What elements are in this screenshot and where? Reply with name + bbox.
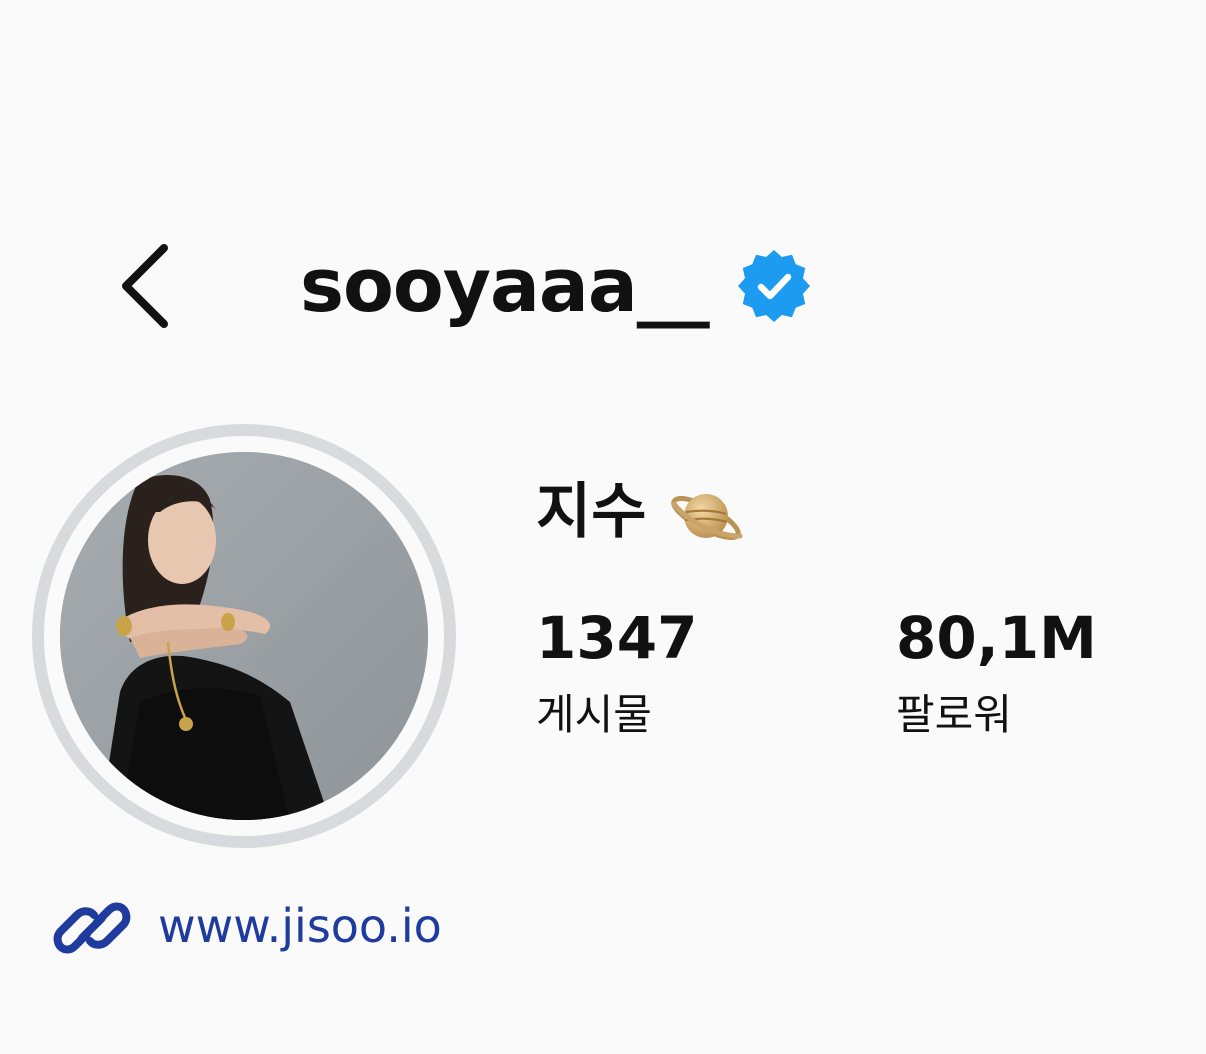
saturn-planet-icon [671, 494, 743, 540]
link-icon [53, 902, 131, 954]
profile-header: sooyaaa__ [0, 230, 1206, 340]
followers-count[interactable]: 80,1M 팔로워 [896, 600, 1097, 746]
website-link[interactable]: www.jisoo.io [52, 884, 652, 970]
followers-count-value: 80,1M [896, 604, 1097, 672]
posts-count[interactable]: 1347 게시물 [536, 600, 697, 746]
profile-display-name: 지수 [536, 477, 647, 547]
profile-photo [60, 452, 428, 820]
posts-count-value: 1347 [536, 604, 698, 672]
profile-avatar[interactable] [32, 424, 456, 848]
followers-count-label: 팔로워 [896, 690, 1012, 739]
back-button[interactable] [112, 236, 182, 332]
posts-count-label: 게시물 [536, 690, 652, 739]
website-url: www.jisoo.io [158, 899, 442, 953]
avatar-photo [60, 452, 428, 820]
profile-username: sooyaaa__ [300, 243, 710, 329]
chevron-left-icon [122, 244, 168, 328]
verified-badge-icon [738, 250, 810, 322]
